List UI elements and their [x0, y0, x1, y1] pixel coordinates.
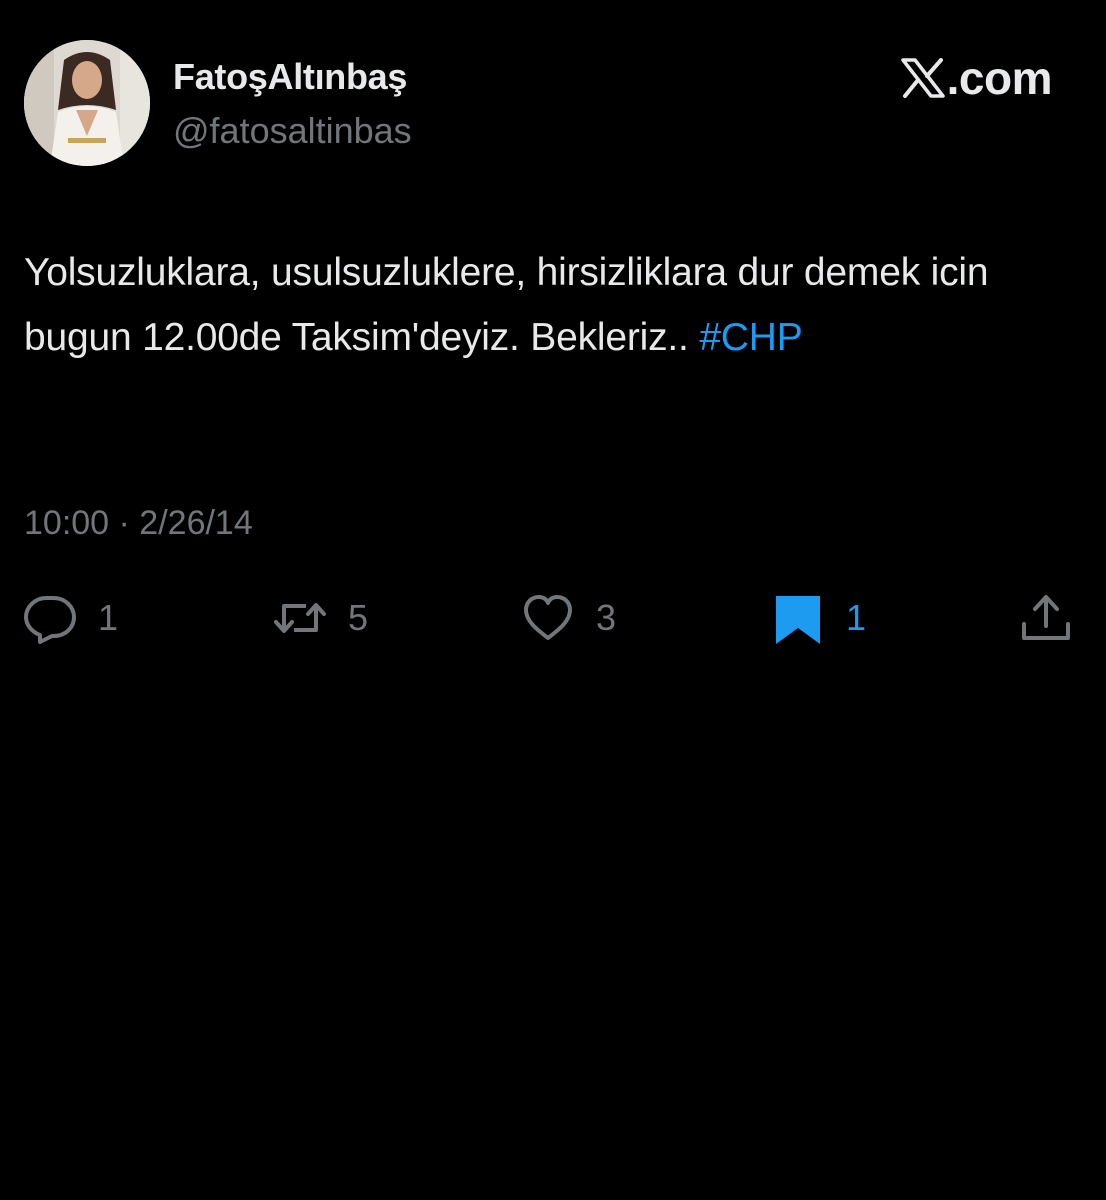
tweet-body: Yolsuzluklara, usulsuzluklere, hirsizlik…	[24, 251, 989, 359]
retweet-button[interactable]: 5	[272, 588, 368, 648]
author-display-name[interactable]: FatoşAltınbaş	[173, 56, 407, 98]
x-logo-icon	[900, 58, 945, 98]
author-handle[interactable]: @fatosaltinbas	[173, 110, 412, 152]
share-button[interactable]	[1018, 588, 1074, 648]
tweet-text: Yolsuzluklara, usulsuzluklere, hirsizlik…	[24, 240, 1074, 370]
avatar[interactable]	[24, 40, 150, 166]
share-icon	[1022, 595, 1070, 640]
like-button[interactable]: 3	[520, 588, 616, 648]
brand-text: .com	[946, 52, 1053, 104]
reply-icon	[24, 596, 76, 644]
reply-button[interactable]: 1	[22, 588, 118, 648]
hashtag-link[interactable]: #CHP	[699, 316, 802, 359]
retweet-count: 5	[348, 597, 369, 638]
bookmark-count: 1	[846, 597, 867, 638]
heart-icon	[524, 595, 572, 640]
action-bar: 1 5 3 1	[0, 588, 1106, 648]
x-com-watermark: .com	[900, 52, 1053, 104]
tweet-timestamp[interactable]: 10:00 · 2/26/14	[24, 504, 253, 543]
tweet-card: FatoşAltınbaş @fatosaltinbas .com Yolsuz…	[0, 0, 1106, 1200]
reply-count: 1	[98, 597, 119, 638]
like-count: 3	[596, 597, 617, 638]
bookmark-button[interactable]: 1	[770, 588, 866, 648]
bookmark-icon	[776, 596, 820, 644]
retweet-icon	[274, 603, 326, 633]
